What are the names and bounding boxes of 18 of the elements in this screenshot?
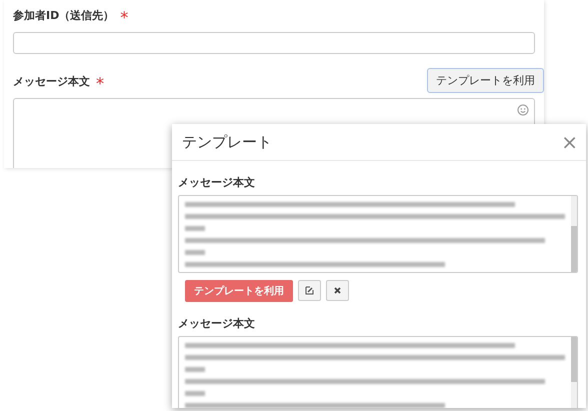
dialog-title: テンプレート [182,132,272,152]
use-template-button[interactable]: テンプレートを利用 [185,280,293,302]
required-mark: * [120,8,128,27]
scrollbar[interactable] [571,337,577,408]
use-template-button[interactable]: テンプレートを利用 [427,68,544,93]
delete-button[interactable] [326,280,349,301]
required-mark: * [96,74,104,93]
close-button[interactable]: × [557,132,582,152]
close-icon [334,287,341,294]
edit-button[interactable] [298,280,321,301]
edit-icon [305,286,314,295]
template-label: メッセージ本文 [178,316,256,331]
field-label: メッセージ本文 [13,74,90,90]
field-label: 参加者ID（送信先） [13,8,114,24]
template-label: メッセージ本文 [178,175,256,190]
scrollbar[interactable] [571,196,577,272]
participant-id-field[interactable] [13,32,535,54]
smiley-icon[interactable] [517,104,529,116]
